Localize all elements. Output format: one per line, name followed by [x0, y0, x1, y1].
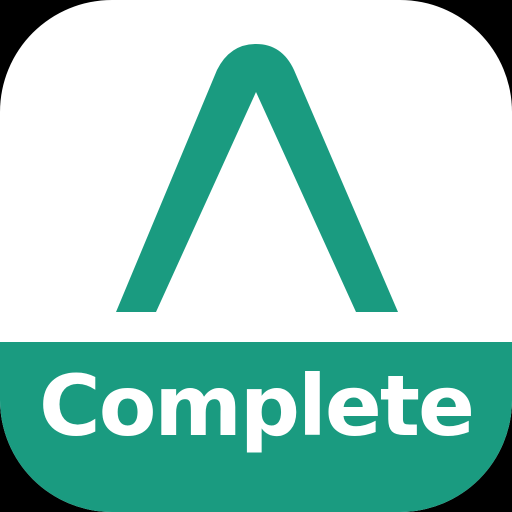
label-banner: Complete	[0, 342, 512, 512]
app-name-label: Complete	[39, 357, 475, 455]
caret-a-icon	[116, 44, 398, 312]
app-icon[interactable]: Complete	[0, 0, 512, 512]
